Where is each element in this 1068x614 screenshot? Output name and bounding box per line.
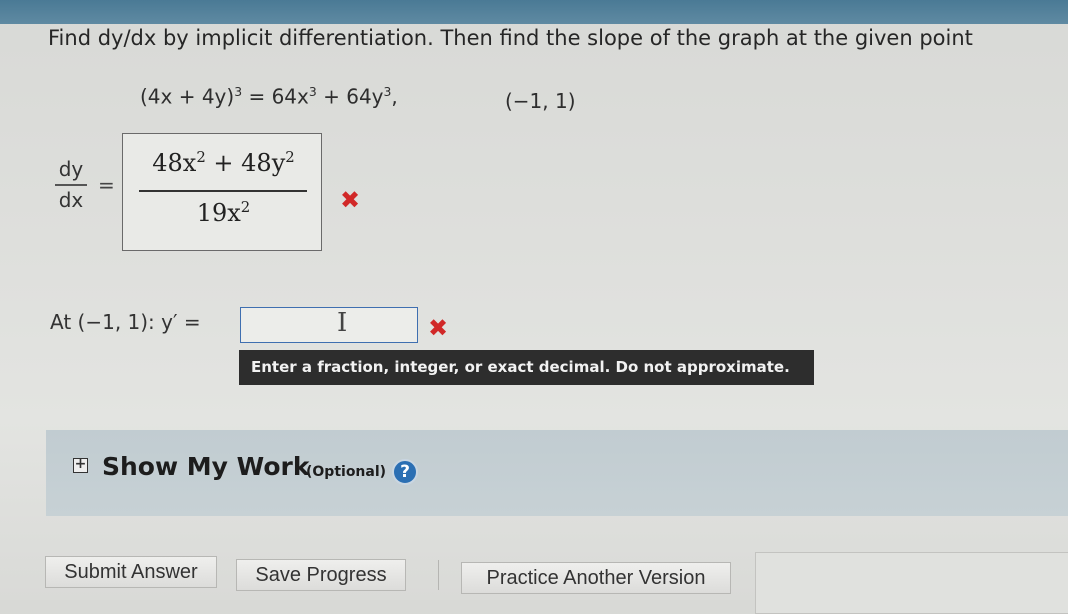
text-cursor-icon: I <box>337 308 348 338</box>
answer-denominator: 19x2 <box>141 198 306 227</box>
expand-plus-icon[interactable]: + <box>73 457 88 473</box>
side-panel-box <box>755 552 1068 614</box>
derivative-answer-box[interactable]: 48x2 + 48y2 19x2 <box>122 133 322 251</box>
equals-sign: = <box>98 173 115 197</box>
submit-answer-button[interactable]: Submit Answer <box>45 556 217 588</box>
optional-label: (Optional) <box>306 464 387 480</box>
equation-rhs: + 64y <box>316 84 384 109</box>
save-progress-button[interactable]: Save Progress <box>236 559 406 591</box>
help-icon[interactable]: ? <box>392 459 418 485</box>
equation-trail: , <box>391 84 398 109</box>
dydx-label: dy dx <box>55 157 87 212</box>
equation-mid-exponent: 3 <box>308 84 317 99</box>
answer-den-term: 19x <box>196 199 241 227</box>
given-point: (−1, 1) <box>505 89 576 113</box>
equation-lhs: (4x + 4y) <box>140 84 235 109</box>
dydx-denominator: dx <box>58 188 84 212</box>
incorrect-mark-icon: ✖ <box>340 186 361 214</box>
slope-answer-input[interactable] <box>240 307 418 343</box>
show-my-work-toggle[interactable]: Show My Work <box>102 452 309 481</box>
answer-den-exp: 2 <box>240 198 251 216</box>
equation-lhs-exponent: 3 <box>234 84 243 99</box>
input-hint-tooltip: Enter a fraction, integer, or exact deci… <box>239 350 814 385</box>
equation-mid: = 64x <box>242 84 309 109</box>
fraction-bar <box>139 190 307 192</box>
top-header-strip <box>0 0 1068 24</box>
question-prompt: Find dy/dx by implicit differentiation. … <box>48 26 973 50</box>
dydx-numerator: dy <box>55 157 87 186</box>
practice-another-version-button[interactable]: Practice Another Version <box>461 562 731 594</box>
answer-num-exp-2: 2 <box>285 148 295 166</box>
slope-label: At (−1, 1): y′ = <box>50 310 201 334</box>
answer-num-term-1: 48x <box>152 149 197 177</box>
given-equation: (4x + 4y)3 = 64x3 + 64y3, <box>140 84 398 109</box>
answer-num-exp-1: 2 <box>196 148 206 166</box>
answer-num-term-2: + 48y <box>205 149 286 177</box>
button-divider <box>438 560 439 590</box>
answer-numerator: 48x2 + 48y2 <box>141 148 306 177</box>
slope-incorrect-mark-icon: ✖ <box>428 314 449 342</box>
